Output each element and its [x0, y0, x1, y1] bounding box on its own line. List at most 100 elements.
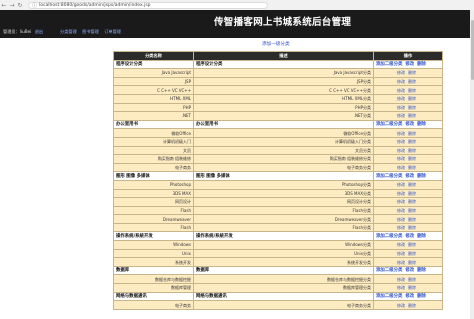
delete-link[interactable]: 删除: [408, 242, 416, 247]
back-icon[interactable]: ←: [0, 2, 8, 9]
category-row-parent: 办公室用书 办公室用书 添加二级分类 修改 删除: [113, 119, 443, 130]
address-bar[interactable]: ⓘ localhost:8080/goods/admin/jsps/admin/…: [28, 1, 268, 9]
category-name: 微软Office: [113, 128, 194, 138]
delete-link[interactable]: 删除: [408, 260, 416, 265]
edit-link[interactable]: 修改: [397, 199, 405, 204]
category-description: JSP分类: [193, 76, 374, 87]
edit-link[interactable]: 修改: [397, 88, 405, 93]
logout-link[interactable]: 退出: [35, 29, 43, 34]
edit-link[interactable]: 修改: [397, 96, 405, 101]
delete-link[interactable]: 删除: [408, 251, 416, 256]
edit-link[interactable]: 修改: [397, 251, 405, 256]
edit-link[interactable]: 修改: [397, 208, 405, 213]
category-row-child: 3DS MAX 3DS MAX分类 修改 删除: [113, 188, 443, 199]
delete-link[interactable]: 删除: [417, 294, 426, 299]
nav-books[interactable]: 图书管理: [82, 29, 99, 34]
delete-link[interactable]: 删除: [417, 234, 426, 239]
scroll-thumb[interactable]: [470, 20, 474, 80]
add-subcategory-link[interactable]: 添加二级分类: [376, 234, 402, 239]
edit-link[interactable]: 修改: [397, 139, 405, 144]
delete-link[interactable]: 删除: [408, 139, 416, 144]
reload-icon[interactable]: ↻: [16, 2, 24, 9]
edit-link[interactable]: 修改: [405, 268, 414, 273]
delete-link[interactable]: 删除: [408, 191, 416, 196]
user-label: 管理员：liuBei: [3, 29, 32, 34]
category-actions: 修改 删除: [373, 179, 443, 190]
edit-link[interactable]: 修改: [397, 165, 405, 170]
category-row-child: JSP JSP分类 修改 删除: [113, 76, 443, 87]
edit-link[interactable]: 修改: [397, 217, 405, 222]
category-name: 网页设计: [113, 197, 194, 207]
category-actions: 添加二级分类 修改 删除: [373, 291, 443, 302]
category-description: 计算机初级入门分类: [193, 136, 374, 147]
delete-link[interactable]: 删除: [408, 156, 416, 161]
delete-link[interactable]: 删除: [408, 303, 416, 308]
add-subcategory-link[interactable]: 添加二级分类: [376, 122, 402, 127]
category-name: 图形 图像 多媒体: [113, 171, 194, 181]
edit-link[interactable]: 修改: [397, 70, 405, 75]
add-subcategory-link[interactable]: 添加二级分类: [376, 174, 402, 179]
edit-link[interactable]: 修改: [397, 156, 405, 161]
delete-link[interactable]: 删除: [408, 79, 416, 84]
category-row-child: 网页设计 网页设计分类 修改 删除: [113, 197, 443, 207]
edit-link[interactable]: 修改: [397, 285, 405, 290]
edit-link[interactable]: 修改: [397, 277, 405, 282]
add-subcategory-link[interactable]: 添加二级分类: [376, 268, 402, 273]
delete-link[interactable]: 删除: [408, 285, 416, 290]
category-name: 数据仓库与数据挖掘: [113, 274, 194, 285]
delete-link[interactable]: 删除: [408, 225, 416, 230]
delete-link[interactable]: 删除: [408, 182, 416, 187]
edit-link[interactable]: 修改: [405, 122, 414, 127]
category-actions: 修改 删除: [373, 154, 443, 164]
delete-link[interactable]: 删除: [408, 208, 416, 213]
category-name: 3DS MAX: [113, 188, 194, 199]
delete-link[interactable]: 删除: [408, 105, 416, 110]
edit-link[interactable]: 修改: [397, 148, 405, 153]
add-subcategory-link[interactable]: 添加二级分类: [376, 62, 402, 67]
category-row-child: 数据仓库与数据挖掘 数据仓库与数据挖掘分类 修改 删除: [113, 274, 443, 285]
forward-icon[interactable]: →: [8, 2, 16, 9]
scrollbar[interactable]: [470, 10, 474, 319]
category-description: Dreamweaver分类: [193, 214, 374, 224]
delete-link[interactable]: 删除: [408, 277, 416, 282]
category-description: PHP分类: [193, 102, 374, 113]
delete-link[interactable]: 删除: [408, 88, 416, 93]
delete-link[interactable]: 删除: [408, 113, 416, 118]
delete-link[interactable]: 删除: [417, 122, 426, 127]
delete-link[interactable]: 删除: [417, 62, 426, 67]
edit-link[interactable]: 修改: [397, 303, 405, 308]
delete-link[interactable]: 删除: [408, 70, 416, 75]
add-top-category-link[interactable]: 添加一级分类: [262, 41, 290, 47]
delete-link[interactable]: 删除: [417, 174, 426, 179]
edit-link[interactable]: 修改: [397, 79, 405, 84]
edit-link[interactable]: 修改: [405, 174, 414, 179]
delete-link[interactable]: 删除: [408, 96, 416, 101]
edit-link[interactable]: 修改: [397, 131, 405, 136]
delete-link[interactable]: 删除: [408, 217, 416, 222]
category-row-child: Dreamweaver Dreamweaver分类 修改 删除: [113, 214, 443, 224]
category-row-child: .NET .NET分类 修改 删除: [113, 111, 443, 121]
nav-orders[interactable]: 订单管理: [104, 29, 121, 34]
edit-link[interactable]: 修改: [397, 225, 405, 230]
edit-link[interactable]: 修改: [405, 294, 414, 299]
edit-link[interactable]: 修改: [397, 260, 405, 265]
delete-link[interactable]: 删除: [408, 199, 416, 204]
add-subcategory-link[interactable]: 添加二级分类: [376, 294, 402, 299]
delete-link[interactable]: 删除: [408, 165, 416, 170]
category-actions: 修改 删除: [373, 128, 443, 138]
delete-link[interactable]: 删除: [408, 131, 416, 136]
category-name: 系统开发: [113, 257, 194, 267]
delete-link[interactable]: 删除: [408, 148, 416, 153]
edit-link[interactable]: 修改: [397, 182, 405, 187]
edit-link[interactable]: 修改: [397, 191, 405, 196]
edit-link[interactable]: 修改: [397, 242, 405, 247]
nav-category[interactable]: 分类管理: [60, 29, 77, 34]
category-actions: 修改 删除: [373, 257, 443, 267]
edit-link[interactable]: 修改: [405, 234, 414, 239]
edit-link[interactable]: 修改: [397, 113, 405, 118]
delete-link[interactable]: 删除: [417, 268, 426, 273]
site-header: 传智播客网上书城系统后台管理 管理员：liuBei 退出 分类管理 图书管理 订…: [0, 10, 474, 38]
category-description: 网页设计分类: [193, 197, 374, 207]
edit-link[interactable]: 修改: [397, 105, 405, 110]
edit-link[interactable]: 修改: [405, 62, 414, 67]
